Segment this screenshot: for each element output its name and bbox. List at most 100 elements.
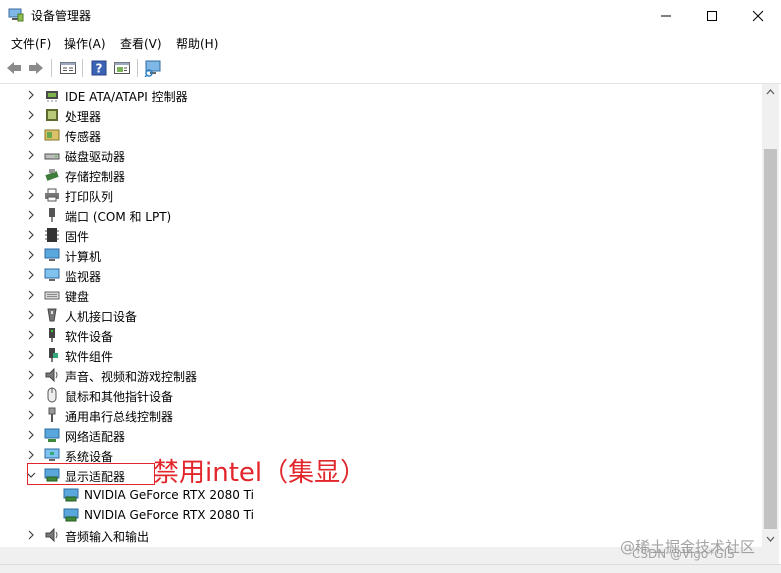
device-manager-app-icon xyxy=(8,8,24,22)
svg-text:?: ? xyxy=(96,62,103,76)
tree-item-gpu-2[interactable]: NVIDIA GeForce RTX 2080 Ti xyxy=(0,505,762,525)
update-driver-button[interactable] xyxy=(112,58,132,78)
help-button[interactable]: ? xyxy=(89,58,109,78)
chevron-right-icon[interactable] xyxy=(26,270,36,280)
menu-view[interactable]: 查看(V) xyxy=(120,35,162,52)
toolbar-separator xyxy=(82,59,83,77)
ide-controller-icon xyxy=(46,91,58,102)
tree-item-label: 存储控制器 xyxy=(65,170,126,184)
toolbar-separator xyxy=(137,59,138,77)
properties-icon xyxy=(60,62,76,74)
close-button[interactable] xyxy=(735,0,781,31)
chevron-right-icon[interactable] xyxy=(26,190,36,200)
tree-item-monitor[interactable]: 监视器 xyxy=(0,265,762,285)
chevron-right-icon[interactable] xyxy=(26,530,36,540)
scroll-down-icon[interactable] xyxy=(766,536,775,542)
tree-item-ports[interactable]: 端口 (COM 和 LPT) xyxy=(0,205,762,225)
storage-controller-icon xyxy=(45,169,59,181)
chevron-right-icon[interactable] xyxy=(26,330,36,340)
chevron-right-icon[interactable] xyxy=(26,350,36,360)
tree-item-mouse[interactable]: 鼠标和其他指针设备 xyxy=(0,385,762,405)
chevron-right-icon[interactable] xyxy=(26,310,36,320)
scrollbar-corner xyxy=(762,547,779,564)
update-driver-icon xyxy=(114,62,130,74)
menu-action[interactable]: 操作(A) xyxy=(64,35,106,52)
tree-item-processor[interactable]: 处理器 xyxy=(0,105,762,125)
chevron-right-icon[interactable] xyxy=(26,170,36,180)
network-adapter-icon xyxy=(44,428,60,442)
mouse-icon xyxy=(47,387,57,403)
tree-item-label: IDE ATA/ATAPI 控制器 xyxy=(65,90,188,104)
tree-item-keyboard[interactable]: 键盘 xyxy=(0,285,762,305)
tree-item-label: 传感器 xyxy=(65,130,102,144)
maximize-icon xyxy=(707,10,717,21)
tree-item-print-queue[interactable]: 打印队列 xyxy=(0,185,762,205)
tree-item-ide-controller[interactable]: IDE ATA/ATAPI 控制器 xyxy=(0,85,762,105)
chevron-right-icon[interactable] xyxy=(26,90,36,100)
title-bar: 设备管理器 xyxy=(0,0,781,31)
back-button[interactable] xyxy=(4,58,24,78)
tree-item-hid[interactable]: 人机接口设备 xyxy=(0,305,762,325)
chevron-right-icon[interactable] xyxy=(26,230,36,240)
close-icon xyxy=(752,10,764,21)
tree-item-label: NVIDIA GeForce RTX 2080 Ti xyxy=(84,488,254,502)
menu-help[interactable]: 帮助(H) xyxy=(176,35,218,52)
system-device-icon xyxy=(44,448,60,461)
chevron-right-icon[interactable] xyxy=(26,450,36,460)
tree-item-label: NVIDIA GeForce RTX 2080 Ti xyxy=(84,508,254,522)
tree-item-label: 端口 (COM 和 LPT) xyxy=(65,210,172,224)
chevron-right-icon[interactable] xyxy=(26,390,36,400)
disk-drive-icon xyxy=(44,153,60,160)
device-manager-window: 设备管理器 文件(F) 操作(A) 查看(V) 帮助(H) ? IDE ATA/… xyxy=(0,0,781,573)
chevron-right-icon[interactable] xyxy=(26,210,36,220)
tree-item-label: 软件组件 xyxy=(65,350,114,364)
tree-item-label: 人机接口设备 xyxy=(65,310,138,324)
computer-icon xyxy=(44,248,60,261)
tree-item-system-device[interactable]: 系统设备 xyxy=(0,445,762,465)
chevron-right-icon[interactable] xyxy=(26,130,36,140)
chevron-right-icon[interactable] xyxy=(26,110,36,120)
chevron-right-icon[interactable] xyxy=(26,410,36,420)
tree-item-computer[interactable]: 计算机 xyxy=(0,245,762,265)
software-device-icon xyxy=(49,328,55,342)
tree-item-storage-controller[interactable]: 存储控制器 xyxy=(0,165,762,185)
maximize-button[interactable] xyxy=(689,0,735,31)
tree-item-label: 网络适配器 xyxy=(65,430,126,444)
scrollbar-thumb[interactable] xyxy=(764,149,777,529)
tree-item-software-component[interactable]: 软件组件 xyxy=(0,345,762,365)
scan-hardware-icon xyxy=(144,60,161,77)
chevron-right-icon[interactable] xyxy=(26,430,36,440)
display-adapter-icon xyxy=(63,488,79,502)
tree-item-software-device[interactable]: 软件设备 xyxy=(0,325,762,345)
menu-bar: 文件(F) 操作(A) 查看(V) 帮助(H) xyxy=(0,31,781,53)
firmware-icon xyxy=(45,228,59,242)
software-component-icon xyxy=(49,348,58,362)
tree-item-label: 键盘 xyxy=(65,290,90,304)
chevron-right-icon[interactable] xyxy=(26,370,36,380)
tree-item-gpu-1[interactable]: NVIDIA GeForce RTX 2080 Ti xyxy=(0,485,762,505)
scan-hardware-button[interactable] xyxy=(143,58,163,78)
tree-item-label: 磁盘驱动器 xyxy=(65,150,126,164)
tree-item-firmware[interactable]: 固件 xyxy=(0,225,762,245)
processor-icon xyxy=(46,109,58,121)
keyboard-icon xyxy=(44,291,60,300)
chevron-right-icon[interactable] xyxy=(26,150,36,160)
menu-file[interactable]: 文件(F) xyxy=(11,35,51,52)
scroll-up-icon[interactable] xyxy=(766,89,775,95)
chevron-right-icon[interactable] xyxy=(26,290,36,300)
tree-item-label: 打印队列 xyxy=(65,190,114,204)
forward-button[interactable] xyxy=(26,58,46,78)
tree-item-sensor[interactable]: 传感器 xyxy=(0,125,762,145)
highlight-box xyxy=(27,463,155,485)
tree-item-sound-video-game[interactable]: 声音、视频和游戏控制器 xyxy=(0,365,762,385)
tree-item-network-adapter[interactable]: 网络适配器 xyxy=(0,425,762,445)
tree-item-usb-controller[interactable]: 通用串行总线控制器 xyxy=(0,405,762,425)
tree-item-disk-drive[interactable]: 磁盘驱动器 xyxy=(0,145,762,165)
audio-io-icon xyxy=(45,527,58,543)
minimize-button[interactable] xyxy=(643,0,689,31)
properties-button[interactable] xyxy=(58,58,78,78)
chevron-right-icon[interactable] xyxy=(26,250,36,260)
vertical-scrollbar[interactable] xyxy=(762,84,779,547)
help-icon: ? xyxy=(91,60,107,76)
annotation-text: 禁用intel（集显） xyxy=(153,458,367,488)
